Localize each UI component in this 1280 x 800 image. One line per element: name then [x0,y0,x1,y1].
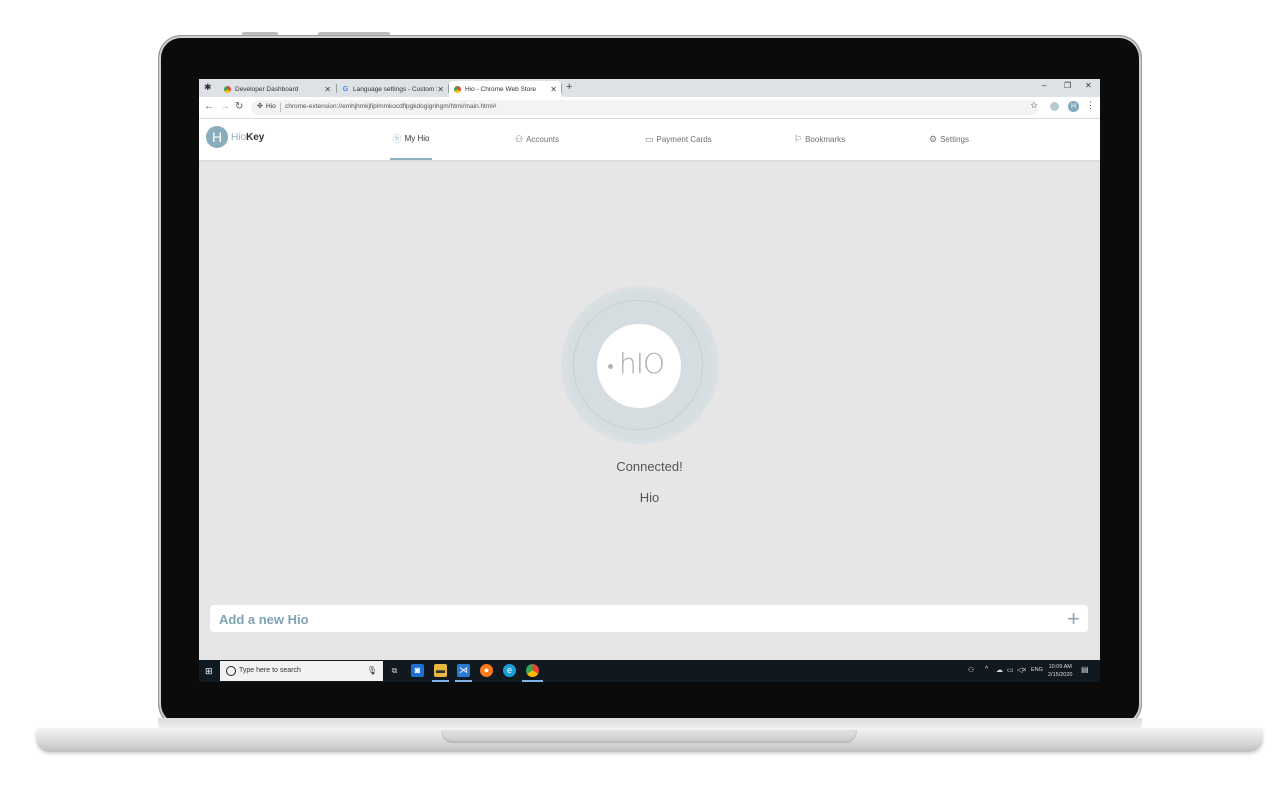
task-view-icon[interactable]: ⧉ [388,664,401,677]
search-placeholder: Type here to search [239,667,301,674]
tab-settings[interactable]: ⚙ Settings [929,119,969,160]
tab-label: Developer Dashboard [235,85,299,93]
hio-logo: hIO [619,347,665,380]
maximize-button[interactable]: ❐ [1064,81,1071,90]
connection-status: Connected! [616,459,683,474]
tab-language-settings[interactable]: G Language settings - Custom Sea ✕ [337,81,448,97]
chrome-taskbar-icon[interactable] [526,664,539,677]
menu-icon[interactable]: ⋮ [1086,100,1095,111]
laptop-notch [441,730,857,743]
gear-icon: ⚙ [929,134,938,144]
new-tab-button[interactable]: + [566,81,572,93]
microphone-icon[interactable]: 🎙 [367,666,377,675]
puzzle-icon: ✤ [257,103,263,110]
browser-toolbar: ← → ↻ ✤ Hio chrome-extension://emhjhmkjf… [199,97,1100,119]
device-indicator-dot [608,364,613,369]
device-name: Hio [639,490,660,505]
add-hio-label: Add a new Hio [219,612,309,627]
notification-icon[interactable]: ▤ [1081,665,1091,675]
volume-icon[interactable]: ◁× [1017,666,1026,674]
logo-text-hio: Hio [231,132,247,143]
site-name: Hio [266,103,276,110]
hio-extension-icon[interactable]: H [1068,101,1079,112]
logo-text-key: Key [246,132,265,143]
bookmark-icon: ⚐ [794,134,803,144]
chrome-icon [454,85,461,93]
extension-icon[interactable] [1050,102,1059,111]
plus-icon[interactable]: + [1067,606,1080,632]
network-icon[interactable]: ▭ [1007,666,1014,674]
nav-label: Bookmarks [805,135,846,144]
edge-icon[interactable]: e [503,664,516,677]
store-icon[interactable]: ◙ [411,664,424,677]
back-icon[interactable]: ← [204,101,214,112]
reload-icon[interactable]: ↻ [235,101,243,112]
taskbar-search[interactable]: Type here to search 🎙 [220,661,383,681]
tab-label: Language settings - Custom Sea [353,85,437,93]
nav-label: Payment Cards [656,135,712,144]
nav-label: My Hio [404,134,430,143]
close-icon[interactable]: ✕ [437,85,444,94]
tab-payment-cards[interactable]: ▭ Payment Cards [645,119,712,160]
active-app-indicator [455,680,472,682]
nav-label: Settings [940,135,969,144]
firefox-icon[interactable]: ● [480,664,493,677]
tab-separator [561,84,562,93]
add-hio-bar[interactable]: Add a new Hio + [210,605,1088,632]
browser-tab-bar: ✱ Developer Dashboard ✕ G Language setti… [199,79,1100,97]
google-icon: G [342,85,349,93]
windows-start-icon[interactable]: ⊞ [205,666,213,677]
logo-text: HioKey [231,132,264,143]
folder-icon[interactable]: ▬ [434,664,447,677]
screen: ✱ Developer Dashboard ✕ G Language setti… [199,79,1100,682]
nav-label: Accounts [526,135,559,144]
chrome-icon [224,85,231,93]
people-icon[interactable]: ⚇ [968,666,974,674]
tab-bookmarks[interactable]: ⚐ Bookmarks [794,119,845,160]
tab-hio-web-store[interactable]: Hio - Chrome Web Store ✕ [449,81,561,97]
tab-label: Hio - Chrome Web Store [465,85,537,93]
address-bar[interactable]: ✤ Hio chrome-extension://emhjhmkjfiplmmk… [251,100,1039,115]
clock[interactable]: 10:09 AM 2/15/2020 [1048,663,1072,679]
close-icon[interactable]: ✕ [324,85,331,94]
logo-mark: H [206,126,228,148]
vscode-icon[interactable]: ⋊ [457,664,470,677]
onedrive-icon[interactable]: ☁ [996,666,1003,674]
language-indicator[interactable]: ENG [1031,667,1043,673]
app-header: H HioKey ⓗ My Hio ⚇ Accounts ▭ Payment C… [199,119,1100,160]
url-text[interactable]: chrome-extension://emhjhmkjfiplmmkocdflp… [285,103,496,110]
bluetooth-icon[interactable]: ✱ [204,82,212,93]
bookmark-star-icon[interactable]: ☆ [1030,100,1038,111]
user-icon: ⚇ [515,134,524,144]
close-window-button[interactable]: ✕ [1085,81,1092,90]
minimize-button[interactable]: – [1042,81,1046,90]
clock-time: 10:09 AM [1048,664,1072,670]
close-icon[interactable]: ✕ [550,85,557,94]
tab-accounts[interactable]: ⚇ Accounts [515,119,559,160]
active-app-indicator [522,680,543,682]
clock-date: 2/15/2020 [1048,672,1073,678]
taskbar: ⊞ Type here to search 🎙 ⧉ ◙ ▬ ⋊ ● e ⚇ ^ … [199,660,1100,682]
cortana-icon [226,666,236,676]
card-icon: ▭ [645,134,654,144]
chevron-up-icon[interactable]: ^ [985,666,988,673]
omnibox-separator [280,103,281,112]
hio-icon: ⓗ [392,134,402,144]
tab-developer-dashboard[interactable]: Developer Dashboard ✕ [219,81,335,97]
tab-my-hio[interactable]: ⓗ My Hio [390,119,432,160]
active-app-indicator [432,680,449,682]
forward-icon[interactable]: → [220,101,230,112]
